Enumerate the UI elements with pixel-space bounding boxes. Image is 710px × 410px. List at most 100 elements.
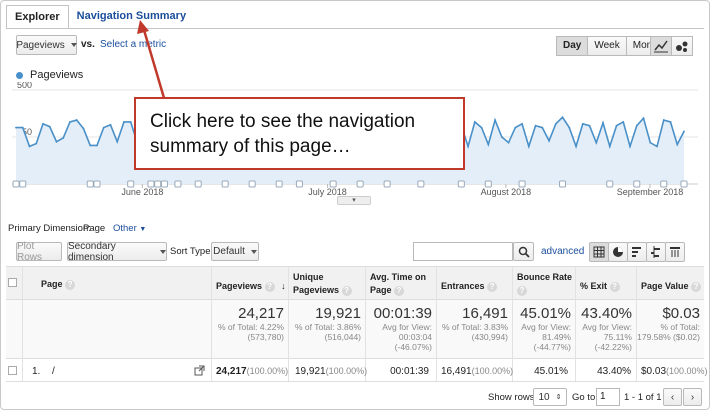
next-page-button[interactable]: › xyxy=(683,388,702,406)
data-point xyxy=(649,141,652,144)
help-icon: ? xyxy=(341,285,352,296)
data-point xyxy=(507,141,510,144)
x-tick-label: June 2018 xyxy=(121,187,163,197)
column-header-avg-time[interactable]: Avg. Time on Page ? xyxy=(370,271,430,297)
data-point xyxy=(581,122,584,125)
annotation-marker xyxy=(559,180,567,188)
comparison-view-button[interactable] xyxy=(646,242,666,262)
rows-per-page-select[interactable]: 10 ⇕ xyxy=(533,388,567,406)
chevron-down-icon xyxy=(70,43,77,47)
annotation-marker xyxy=(295,180,303,188)
chart-collapse-handle[interactable]: ▾ xyxy=(337,196,371,205)
data-point xyxy=(28,145,31,148)
column-header-entrances-label: Entrances xyxy=(441,281,485,291)
data-table-view-button[interactable] xyxy=(589,242,609,262)
week-button[interactable]: Week xyxy=(587,36,627,56)
advanced-search-link[interactable]: advanced xyxy=(541,246,584,257)
column-header-bounce-rate-label: Bounce Rate xyxy=(517,272,573,282)
data-point xyxy=(15,126,17,129)
total-avg-time-view: 00:03:04 xyxy=(398,332,432,342)
data-point xyxy=(588,124,591,127)
line-chart-button[interactable] xyxy=(650,36,672,56)
select-all-checkbox[interactable] xyxy=(8,278,17,287)
primary-dimension-label: Primary Dimension: xyxy=(8,223,91,234)
legend-label: Pageviews xyxy=(30,69,84,81)
total-page-value-value: $0.03 xyxy=(662,305,700,322)
secondary-dimension-label: Secondary dimension xyxy=(68,240,116,263)
sort-type-label: Sort Type: xyxy=(170,246,214,257)
data-point xyxy=(48,125,51,128)
column-header-pageviews-label: Pageviews xyxy=(216,281,263,291)
column-header-page[interactable]: Page ? xyxy=(41,278,76,291)
data-point xyxy=(21,126,24,129)
tab-explorer[interactable]: Explorer xyxy=(6,5,69,29)
sort-type-dropdown[interactable]: Default xyxy=(211,242,259,261)
chevron-right-icon: › xyxy=(690,391,695,403)
navigation-callout: Click here to see the navigation summary… xyxy=(134,97,465,170)
data-point xyxy=(514,126,517,129)
table-view-toggle xyxy=(589,242,685,262)
total-exit: 43.40% Avg for View: 75.11% (-42.22%) xyxy=(576,305,632,352)
motion-chart-button[interactable] xyxy=(671,36,693,56)
pie-view-button[interactable] xyxy=(608,242,628,262)
annotation-marker xyxy=(457,180,465,188)
row-pageviews-value: 24,217 xyxy=(216,366,247,377)
total-avg-time-value: 00:01:39 xyxy=(373,305,432,322)
row-pageviews-percent: (100.00%) xyxy=(246,366,289,376)
data-point xyxy=(82,127,85,130)
metric-dropdown[interactable]: Pageviews xyxy=(16,35,77,55)
plot-rows-button[interactable]: Plot Rows xyxy=(16,241,62,263)
column-header-exit[interactable]: % Exit ? xyxy=(580,280,620,293)
row-index: 1. xyxy=(32,366,41,377)
data-point xyxy=(561,116,564,119)
chevron-down-icon: ▼ xyxy=(139,226,147,233)
help-icon: ? xyxy=(609,281,620,292)
data-point xyxy=(683,130,685,133)
row-page-link[interactable]: / xyxy=(52,366,55,377)
primary-dimension-page: Page xyxy=(83,223,106,234)
column-header-entrances[interactable]: Entrances ? xyxy=(441,280,498,293)
search-button[interactable] xyxy=(513,242,534,261)
other-dimension-link[interactable]: Other ▼ xyxy=(113,223,146,234)
total-bounce-delta: (-44.77%) xyxy=(533,342,571,352)
sort-type-value: Default xyxy=(213,246,245,257)
column-header-bounce-rate[interactable]: Bounce Rate ? xyxy=(517,271,572,297)
data-point xyxy=(129,121,132,123)
data-point xyxy=(642,117,645,120)
total-page-value-site: 179.58% ($0.02) xyxy=(637,332,700,342)
previous-page-button[interactable]: ‹ xyxy=(663,388,682,406)
metric-dropdown-label: Pageviews xyxy=(16,39,65,51)
data-point xyxy=(487,143,490,146)
performance-view-button[interactable] xyxy=(627,242,647,262)
column-header-pageviews[interactable]: Pageviews ? ↓ xyxy=(216,280,286,293)
open-page-icon[interactable] xyxy=(194,365,205,376)
data-point xyxy=(554,122,557,125)
column-header-page-value[interactable]: Page Value ? xyxy=(641,280,702,293)
row-entrances-value: 16,491 xyxy=(441,366,472,377)
help-icon: ? xyxy=(65,279,76,290)
pivot-view-button[interactable] xyxy=(665,242,685,262)
go-to-label: Go to: xyxy=(572,392,598,403)
data-point xyxy=(102,126,105,129)
data-point xyxy=(615,124,618,127)
annotation-marker xyxy=(12,180,20,188)
callout-arrow xyxy=(137,20,166,99)
annotation-marker xyxy=(383,180,391,188)
column-header-unique-pageviews[interactable]: Unique Pageviews ? xyxy=(293,271,365,297)
row-checkbox[interactable] xyxy=(8,366,17,375)
sort-descending-icon: ↓ xyxy=(281,281,286,291)
go-to-page-input[interactable]: 1 xyxy=(596,388,620,406)
table-search-input[interactable] xyxy=(413,242,513,261)
total-entrances-site: (430,994) xyxy=(471,332,508,342)
table-grid-icon xyxy=(593,246,605,258)
total-entrances-percent: % of Total: 3.83% xyxy=(442,322,508,332)
secondary-dimension-dropdown[interactable]: Secondary dimension xyxy=(67,240,167,263)
total-entrances-value: 16,491 xyxy=(462,305,508,322)
data-point xyxy=(123,121,125,123)
data-point xyxy=(89,144,92,147)
help-icon: ? xyxy=(517,285,527,296)
day-button[interactable]: Day xyxy=(556,36,589,56)
data-point xyxy=(629,145,631,148)
row-pageviews: 24,217(100.00%) xyxy=(216,366,288,377)
data-point xyxy=(568,126,571,129)
